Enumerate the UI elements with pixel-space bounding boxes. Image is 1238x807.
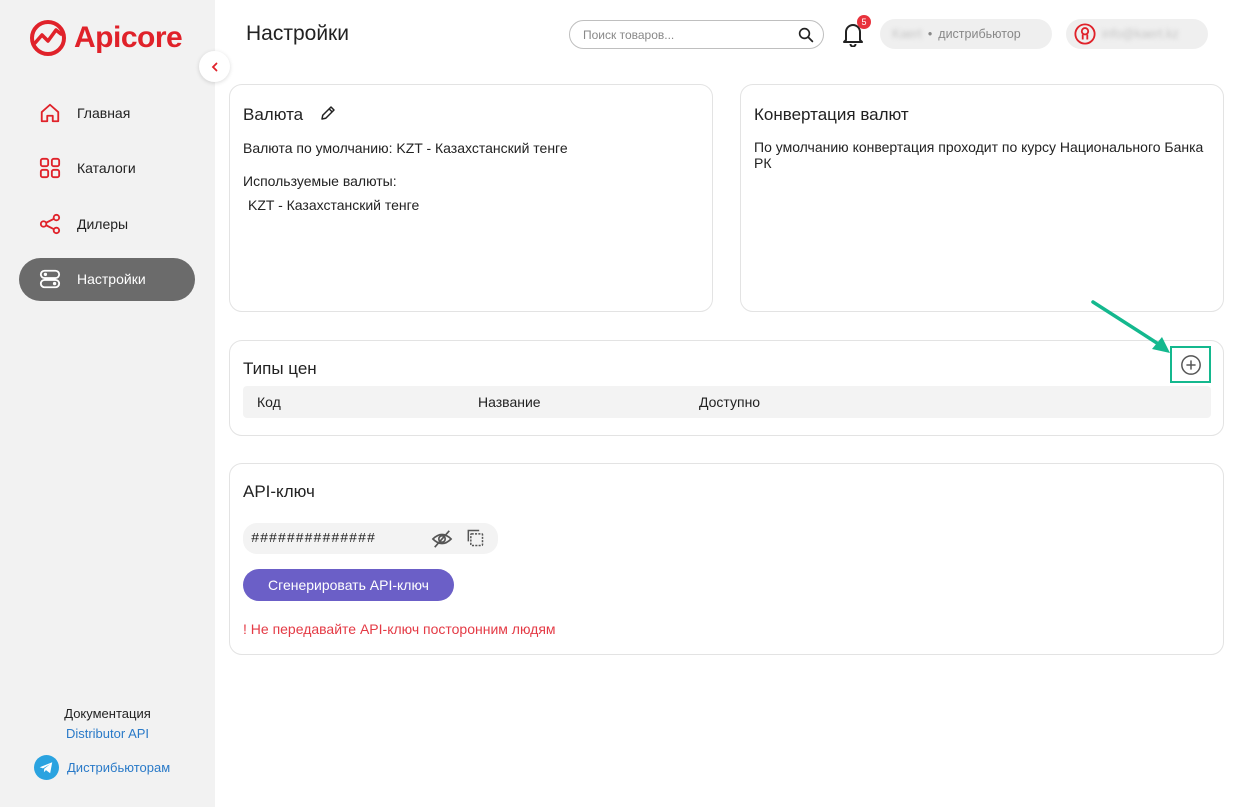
sidebar: Apicore Главная Каталоги Дилеры Настройк… <box>0 0 215 807</box>
user-menu[interactable]: info@kaert.kz <box>1066 19 1208 49</box>
currency-card-title: Валюта <box>243 105 304 124</box>
used-currency-item: KZT - Казахстанский тенге <box>248 197 420 213</box>
conversion-card: Конвертация валют По умолчанию конвертац… <box>740 84 1224 312</box>
notifications-badge: 5 <box>857 15 871 29</box>
docs-block: Документация Distributor API <box>0 704 215 744</box>
currency-card: Валюта Валюта по умолчанию: KZT - Казахс… <box>229 84 713 312</box>
sidebar-item-label: Настройки <box>77 271 146 287</box>
grid-icon <box>39 157 61 179</box>
default-currency-text: Валюта по умолчанию: KZT - Казахстанский… <box>243 140 568 156</box>
logo-icon <box>30 20 66 56</box>
copy-icon[interactable] <box>465 528 485 548</box>
distributor-name: Kaert <box>892 27 922 41</box>
conversion-card-title: Конвертация валют <box>754 105 909 124</box>
telegram-icon <box>34 755 59 780</box>
column-header-code: Код <box>257 394 281 410</box>
logo[interactable]: Apicore <box>28 18 183 58</box>
telegram-label: Дистрибьюторам <box>67 760 171 775</box>
api-key-title: API-ключ <box>243 482 315 501</box>
settings-icon <box>39 269 61 289</box>
docs-label: Документация <box>64 706 151 721</box>
sidebar-item-dealers[interactable]: Дилеры <box>19 202 195 245</box>
sidebar-item-catalogs[interactable]: Каталоги <box>19 147 195 190</box>
generate-api-key-button[interactable]: Сгенерировать API-ключ <box>243 569 454 601</box>
api-key-value: ############## <box>251 530 376 547</box>
logo-text: Apicore <box>74 21 183 54</box>
api-key-field: ############## <box>243 523 498 554</box>
add-price-type-button[interactable] <box>1170 346 1211 383</box>
page-title: Настройки <box>246 22 349 45</box>
sidebar-item-label: Главная <box>77 104 131 121</box>
telegram-link[interactable]: Дистрибьюторам <box>34 755 170 780</box>
used-currencies-label: Используемые валюты: <box>243 173 397 189</box>
pencil-icon[interactable] <box>319 104 337 122</box>
column-header-name: Название <box>478 394 541 410</box>
user-email: info@kaert.kz <box>1102 27 1179 41</box>
sidebar-item-settings[interactable]: Настройки <box>19 257 195 301</box>
sidebar-nav: Главная Каталоги Дилеры Настройки <box>19 91 195 313</box>
eye-off-icon[interactable] <box>431 529 453 549</box>
api-key-card: API-ключ ############## Сгенерировать AP… <box>229 463 1224 655</box>
sidebar-item-label: Дилеры <box>77 215 129 232</box>
share-icon <box>39 213 61 234</box>
distributor-selector[interactable]: Kaert • дистрибьютор <box>880 19 1052 49</box>
docs-link[interactable]: Distributor API <box>0 724 215 744</box>
user-icon <box>1074 23 1096 45</box>
column-header-available: Доступно <box>699 394 761 410</box>
plus-circle-icon <box>1180 354 1201 375</box>
sidebar-collapse-button[interactable] <box>199 51 230 82</box>
distributor-role: дистрибьютор <box>938 27 1021 41</box>
price-types-table-header: Код Название Доступно <box>243 386 1211 418</box>
price-types-card: Типы цен Код Название Доступно <box>229 340 1224 436</box>
api-key-warning: ! Не передавайте API-ключ посторонним лю… <box>243 621 556 637</box>
conversion-text: По умолчанию конвертация проходит по кур… <box>754 139 1204 171</box>
separator-dot: • <box>927 27 933 41</box>
price-types-title: Типы цен <box>243 359 317 378</box>
search-icon[interactable] <box>797 26 815 44</box>
sidebar-item-label: Каталоги <box>77 160 136 176</box>
annotation-arrow-icon <box>1091 300 1170 353</box>
sidebar-item-home[interactable]: Главная <box>19 91 195 134</box>
search-box <box>569 20 824 49</box>
search-input[interactable] <box>583 27 797 42</box>
home-icon <box>40 103 60 122</box>
chevron-left-icon <box>211 62 217 71</box>
